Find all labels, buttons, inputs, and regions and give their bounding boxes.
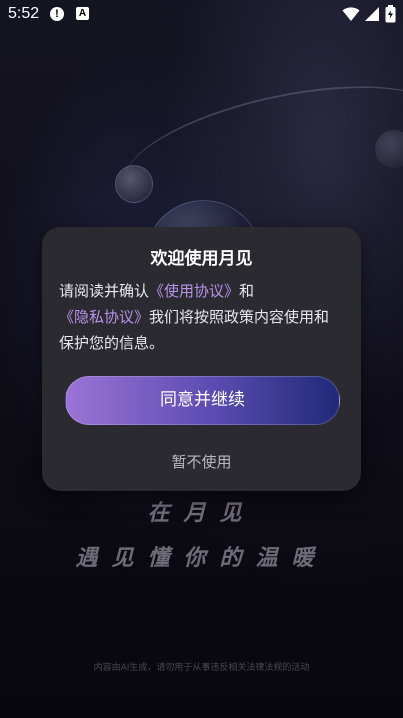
body-and: 和 bbox=[239, 282, 255, 300]
consent-dialog: 欢迎使用月见 请阅读并确认《使用协议》和《隐私协议》我们将按照政策内容使用和保护… bbox=[42, 227, 361, 491]
signal-icon bbox=[364, 6, 380, 26]
privacy-link[interactable]: 《隐私协议》 bbox=[59, 308, 149, 326]
decline-button[interactable]: 暂不使用 bbox=[142, 449, 261, 475]
body-prefix: 请阅读并确认 bbox=[59, 282, 150, 300]
background-streak bbox=[111, 61, 403, 241]
battery-icon bbox=[385, 5, 396, 27]
slogan-line-2: 遇见懂你的温暖 bbox=[75, 546, 328, 571]
agree-continue-button[interactable]: 同意并继续 bbox=[65, 376, 340, 425]
slogan-line-1: 在月见 bbox=[147, 501, 256, 526]
terms-link[interactable]: 《使用协议》 bbox=[149, 282, 239, 300]
background-orb bbox=[115, 165, 153, 203]
footer-disclaimer: 内容由AI生成，请勿用于从事违反相关法律法规的活动 bbox=[93, 663, 310, 673]
dialog-body: 请阅读并确认《使用协议》和《隐私协议》我们将按照政策内容使用和保护您的信息。 bbox=[59, 278, 344, 356]
app-screen: 5:52 ! A 在月见 遇见懂你的温暖 内容由AI生成，请勿用于从事违反相关法… bbox=[0, 0, 403, 718]
dialog-title: 欢迎使用月见 bbox=[150, 249, 253, 269]
alert-icon: ! bbox=[50, 7, 64, 21]
wifi-icon bbox=[342, 6, 360, 26]
status-time: 5:52 bbox=[8, 5, 40, 22]
a-icon: A bbox=[76, 7, 89, 20]
status-bar: 5:52 ! A bbox=[0, 0, 403, 30]
